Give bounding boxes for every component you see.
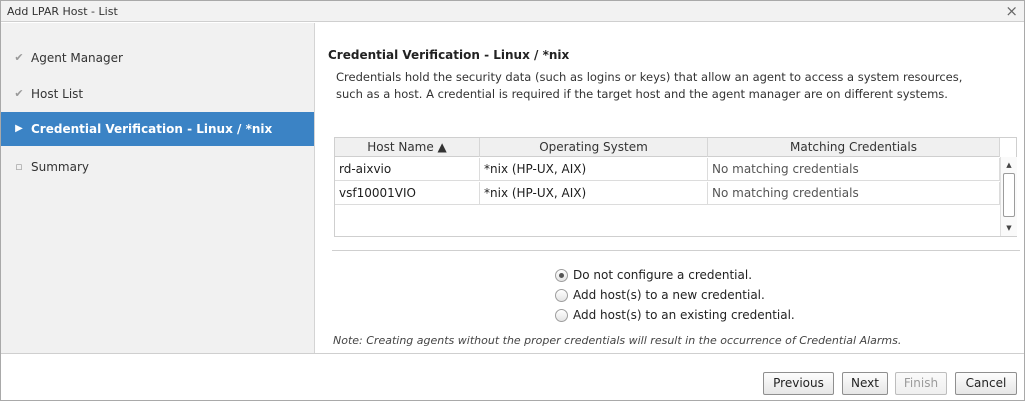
column-header-operating-system[interactable]: Operating System — [480, 138, 708, 157]
close-icon[interactable]: × — [1005, 2, 1018, 20]
finish-button[interactable]: Finish — [895, 372, 947, 395]
bullet-icon: ▫ — [15, 160, 23, 173]
radio-button[interactable] — [555, 269, 568, 282]
table-header: Host Name ▲ Operating System Matching Cr… — [335, 138, 1000, 157]
description: Credentials hold the security data (such… — [336, 69, 1016, 103]
radio-button[interactable] — [555, 289, 568, 302]
scroll-down-icon[interactable]: ▼ — [1001, 221, 1017, 235]
button-bar: Previous Next Finish Cancel — [1, 353, 1024, 400]
main-panel: Credential Verification - Linux / *nix C… — [316, 23, 1024, 353]
description-line-2: such as a host. A credential is required… — [336, 87, 948, 101]
dialog-title: Add LPAR Host - List — [7, 5, 118, 18]
radio-selected-dot — [559, 273, 564, 278]
column-header-matching-credentials[interactable]: Matching Credentials — [708, 138, 1000, 157]
previous-button[interactable]: Previous — [763, 372, 834, 395]
radio-button[interactable] — [555, 309, 568, 322]
cell-operating-system: *nix (HP-UX, AIX) — [480, 158, 708, 181]
step-agent-manager[interactable]: ✔ Agent Manager — [1, 41, 314, 75]
cell-matching-credentials: No matching credentials — [708, 182, 1000, 205]
page-title: Credential Verification - Linux / *nix — [328, 48, 570, 62]
table-row[interactable]: rd-aixvio *nix (HP-UX, AIX) No matching … — [335, 158, 1000, 181]
wizard-steps-sidebar: ✔ Agent Manager ✔ Host List ▶ Credential… — [1, 23, 315, 353]
step-label: Host List — [31, 87, 84, 101]
cell-host-name: rd-aixvio — [335, 158, 480, 181]
option-label: Add host(s) to a new credential. — [573, 288, 765, 302]
option-label: Do not configure a credential. — [573, 268, 753, 282]
description-line-1: Credentials hold the security data (such… — [336, 70, 963, 84]
scroll-up-icon[interactable]: ▲ — [1001, 158, 1017, 172]
checkmark-icon: ✔ — [14, 87, 24, 100]
hosts-table: Host Name ▲ Operating System Matching Cr… — [334, 137, 1017, 237]
title-bar: Add LPAR Host - List × — [1, 1, 1024, 22]
add-lpar-host-dialog: Add LPAR Host - List × ✔ Agent Manager ✔… — [0, 0, 1025, 401]
step-label: Agent Manager — [31, 51, 123, 65]
next-button[interactable]: Next — [842, 372, 888, 395]
table-row[interactable]: vsf10001VIO *nix (HP-UX, AIX) No matchin… — [335, 182, 1000, 205]
step-label: Summary — [31, 160, 89, 174]
checkmark-icon: ✔ — [14, 51, 24, 64]
cancel-button[interactable]: Cancel — [955, 372, 1017, 395]
credential-note: Note: Creating agents without the proper… — [333, 334, 902, 347]
cell-host-name: vsf10001VIO — [335, 182, 480, 205]
cell-matching-credentials: No matching credentials — [708, 158, 1000, 181]
arrow-right-icon: ▶ — [15, 123, 23, 134]
divider — [332, 250, 1020, 251]
option-label: Add host(s) to an existing credential. — [573, 308, 795, 322]
step-credential-verification[interactable]: ▶ Credential Verification - Linux / *nix — [1, 112, 314, 146]
column-header-host-name[interactable]: Host Name ▲ — [335, 138, 480, 157]
step-summary[interactable]: ▫ Summary — [1, 150, 314, 184]
step-label: Credential Verification - Linux / *nix — [31, 122, 273, 136]
scrollbar-thumb[interactable] — [1003, 173, 1015, 217]
table-scrollbar[interactable]: ▲ ▼ — [1000, 157, 1017, 236]
step-host-list[interactable]: ✔ Host List — [1, 77, 314, 111]
cell-operating-system: *nix (HP-UX, AIX) — [480, 182, 708, 205]
